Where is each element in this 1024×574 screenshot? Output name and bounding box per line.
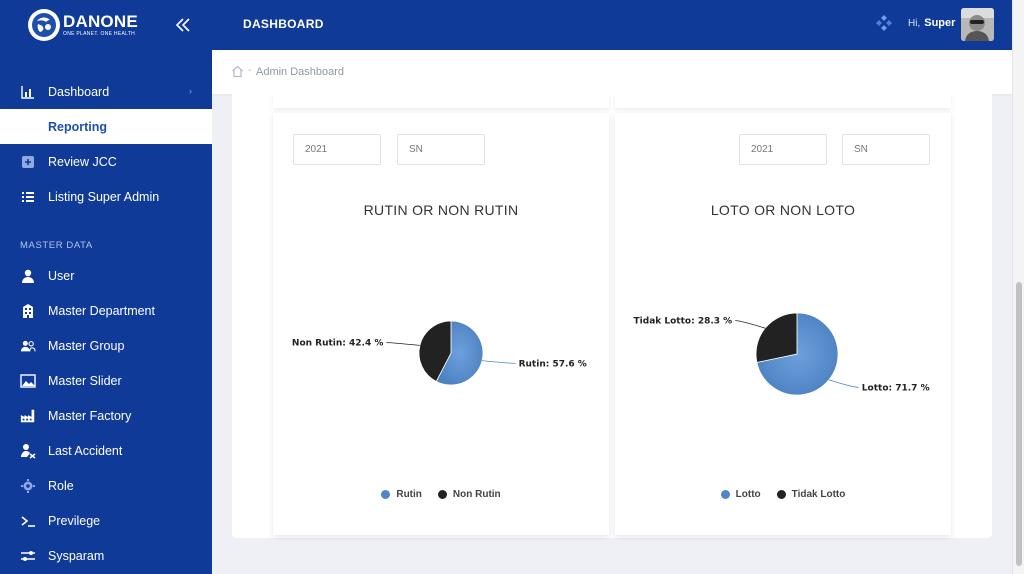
sidebar-item-label: Role [48,478,74,493]
sidebar-item-label: Listing Super Admin [48,189,160,204]
chart-card-loto: 2021 SN LOTO OR NON LOTO Lotto: 71.7 % Ti… [615,113,951,535]
legend-dot [720,490,730,499]
chart-card-rutin: 2021 SN RUTIN OR NON RUTIN Rutin: 57.6 %… [273,113,609,535]
breadcrumb: - Admin Dashboard [212,50,1012,94]
data-label: Lotto: 71.7 % [862,383,930,393]
sidebar-item-label: Master Factory [48,408,132,423]
chevron-right-icon: › [189,86,192,96]
dashboard-content: 2021 SN RUTIN OR NON RUTIN Rutin: 57.6 %… [232,94,992,538]
greeting-text: Hi, [908,18,921,29]
data-label: Non Rutin: 42.4 % [292,339,383,349]
sidebar-item-dashboard[interactable]: Dashboard › [0,74,212,109]
sidebar-item-label: Last Accident [48,443,123,458]
legend-item-non-rutin[interactable]: Non Rutin [437,489,501,500]
sidebar-section-master-data: MASTER DATA [20,240,93,251]
sidebar-item-label: User [48,268,75,283]
gear-icon [20,478,36,494]
image-icon [20,373,36,389]
legend-label: Lotto [735,489,761,500]
upper-card-left [273,94,609,108]
sliders-icon [20,548,36,564]
sidebar-item-sysparam[interactable]: Sysparam [0,538,212,573]
sidebar-item-previlege[interactable]: Previlege [0,503,212,538]
legend-dot [381,490,391,499]
legend-label: Non Rutin [452,489,501,500]
terminal-icon [20,513,36,529]
sidebar-item-master-department[interactable]: Master Department [0,293,212,328]
sidebar-item-review-jcc[interactable]: Review JCC [0,144,212,179]
sidebar-item-label: Dashboard [48,84,110,99]
chart-legend: Lotto Tidak Lotto [615,489,951,500]
sidebar-item-user[interactable]: User [0,258,212,293]
sidebar-item-master-slider[interactable]: Master Slider [0,363,212,398]
brand-name: DANONE [63,12,138,31]
list-icon [20,189,36,205]
avatar[interactable] [961,8,994,41]
legend-label: Rutin [396,489,422,500]
legend-item-tidak-lotto[interactable]: Tidak Lotto [776,489,846,500]
pie-slice-tidak-lotto[interactable] [755,312,798,363]
legend-label: Tidak Lotto [791,489,846,500]
collapse-sidebar-icon[interactable] [172,14,194,36]
scrollbar-thumb[interactable] [1016,282,1022,566]
sidebar: DANONE ONE PLANET. ONE HEALTH Dashboard … [0,0,212,574]
bar-chart-icon [20,84,36,100]
label-leader-line [386,342,420,346]
page-title: DASHBOARD [243,17,324,31]
legend-item-rutin[interactable]: Rutin [381,489,422,500]
user-name: Super [924,17,956,29]
label-leader-line [828,379,859,388]
chart-legend: Rutin Non Rutin [273,489,609,500]
sidebar-item-label: Review JCC [48,154,117,169]
brand[interactable]: DANONE ONE PLANET. ONE HEALTH [0,0,212,50]
label-leader-line [482,360,516,364]
plus-square-icon [20,154,36,170]
pie-chart-loto: Lotto: 71.7 % Tidak Lotto: 28.3 % [634,312,930,396]
sidebar-item-master-factory[interactable]: Master Factory [0,398,212,433]
breadcrumb-current: Admin Dashboard [256,66,345,78]
upper-card-right [615,94,951,108]
user-icon [20,268,36,284]
sidebar-item-master-group[interactable]: Master Group [0,328,212,363]
data-label: Tidak Lotto: 28.3 % [634,317,733,327]
label-leader-line [735,320,766,329]
sidebar-item-label: Sysparam [48,548,105,563]
pie-chart-rutin: Rutin: 57.6 % Non Rutin: 42.4 % [292,320,587,386]
sidebar-item-label: Master Slider [48,373,122,388]
building-icon [20,303,36,319]
legend-dot [776,490,786,499]
data-label: Rutin: 57.6 % [519,359,587,369]
sidebar-item-label: Reporting [48,119,108,134]
page-scrollbar[interactable] [1012,0,1024,574]
home-icon[interactable] [231,65,244,78]
factory-icon [20,408,36,424]
sidebar-item-label: Previlege [48,513,101,528]
group-icon [20,338,36,354]
apps-icon[interactable] [876,15,892,31]
legend-item-lotto[interactable]: Lotto [720,489,761,500]
brand-tagline: ONE PLANET. ONE HEALTH [63,31,136,37]
sidebar-item-label: Master Department [48,303,155,318]
breadcrumb-separator: - [248,65,252,76]
sidebar-item-role[interactable]: Role [0,468,212,503]
legend-dot [437,490,447,499]
danone-logo-icon [28,9,60,41]
sidebar-item-reporting[interactable]: Reporting [0,109,212,144]
sidebar-item-listing-super-admin[interactable]: Listing Super Admin [0,179,212,214]
accident-icon [20,443,36,459]
user-greeting[interactable]: Hi, Super [908,17,955,29]
sidebar-item-label: Master Group [48,338,125,353]
topbar: DASHBOARD Hi, Super [212,0,1012,50]
sidebar-item-last-accident[interactable]: Last Accident [0,433,212,468]
